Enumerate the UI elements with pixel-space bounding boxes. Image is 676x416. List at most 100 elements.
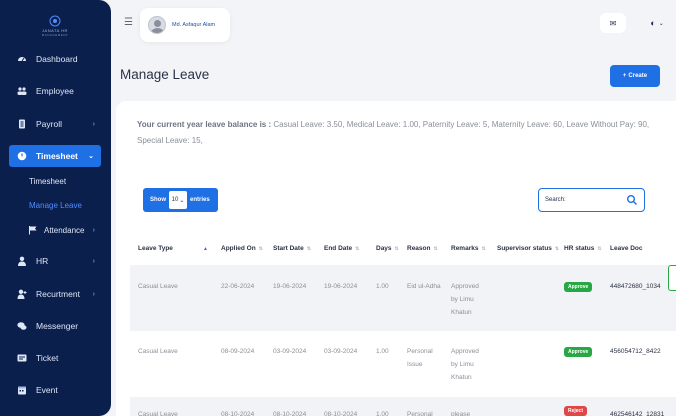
- mail-button[interactable]: ✉: [600, 13, 626, 33]
- cell-days: 1.00: [376, 411, 389, 416]
- sidebar-item-recurtment[interactable]: Recurtment ›: [0, 283, 111, 305]
- sidebar-item-label: HR: [36, 256, 49, 266]
- status-badge: Reject: [564, 406, 588, 416]
- sidebar-item-hr[interactable]: HR ›: [0, 250, 111, 272]
- sort-icon: ⇅: [554, 246, 560, 252]
- cell-applied-on: 08-09-2024: [221, 348, 255, 355]
- sidebar-item-employee[interactable]: Employee: [0, 80, 111, 102]
- sort-asc-icon: ▲: [202, 246, 208, 252]
- sidebar-item-dashboard[interactable]: Dashboard: [0, 48, 111, 70]
- column-label: Start Date: [273, 245, 304, 252]
- document-icon: [17, 119, 27, 129]
- column-label: HR status: [564, 245, 595, 252]
- entries-select[interactable]: 10 ⌄: [169, 191, 187, 209]
- create-button[interactable]: + Create: [610, 65, 660, 87]
- column-label: Leave Type: [138, 245, 173, 252]
- globe-icon: ◐: [650, 18, 656, 28]
- cell-leave-doc[interactable]: 462546142_12831: [610, 408, 664, 416]
- cell-start-date: 03-09-2024: [273, 348, 307, 355]
- sidebar-item-messenger[interactable]: Messenger: [0, 315, 111, 337]
- status-badge: Approve: [564, 347, 593, 357]
- leave-card: Your current year leave balance is : Cas…: [116, 101, 676, 416]
- cell-leave-doc[interactable]: 456054712_8422: [610, 345, 661, 358]
- cell-applied-on: 08-10-2024: [221, 411, 255, 416]
- language-button[interactable]: ◐ ⌄: [644, 13, 670, 33]
- calendar-icon: [17, 385, 27, 395]
- sidebar-item-label: Event: [36, 385, 58, 395]
- page-title: Manage Leave: [120, 67, 210, 82]
- table-row: Casual Leave 22-06-2024 19-06-2024 19-06…: [130, 265, 676, 331]
- cell-days: 1.00: [376, 348, 389, 355]
- chevron-right-icon: ›: [92, 257, 95, 265]
- cell-leave-type: Casual Leave: [138, 283, 178, 290]
- brand-subtitle: MANAGEMENT: [41, 33, 69, 37]
- sidebar-item-event[interactable]: Event: [0, 379, 111, 401]
- sidebar: JANATA HR MANAGEMENT Dashboard Employee …: [0, 0, 111, 416]
- column-label: End Date: [324, 245, 353, 252]
- cell-leave-type: Casual Leave: [138, 411, 178, 416]
- cell-remarks: Approved by Limu Khatun: [451, 283, 479, 316]
- brand-logo[interactable]: JANATA HR MANAGEMENT: [30, 14, 80, 38]
- sidebar-subitem-attendance[interactable]: Attendance ›: [0, 219, 111, 241]
- plus-icon: +: [622, 73, 627, 79]
- cell-reason: Personal Issue: [407, 348, 433, 368]
- chat-icon: [17, 321, 27, 331]
- sidebar-item-label: Recurtment: [36, 289, 80, 299]
- sidebar-item-label: Timesheet: [36, 151, 78, 161]
- column-label: Supervisor status: [497, 245, 552, 252]
- entries-length-control: Show 10 ⌄ entries: [143, 188, 218, 212]
- sort-icon: ⇅: [481, 246, 486, 252]
- cell-end-date: 03-09-2024: [324, 348, 358, 355]
- sidebar-item-label: Dashboard: [36, 54, 78, 64]
- sidebar-item-label: Ticket: [36, 353, 59, 363]
- cell-leave-doc[interactable]: 448472680_1034: [610, 280, 661, 293]
- sort-icon: ⇅: [306, 246, 311, 252]
- menu-toggle-icon[interactable]: ☰: [124, 17, 133, 28]
- column-header-days[interactable]: Days ⇅: [376, 245, 399, 252]
- table-row: Casual Leave 08-10-2024 08-10-2024 08-10…: [130, 397, 676, 416]
- cell-end-date: 08-10-2024: [324, 411, 358, 416]
- cell-days: 1.00: [376, 283, 389, 290]
- search-input[interactable]: Search:: [538, 188, 645, 212]
- chevron-right-icon: ›: [92, 226, 95, 234]
- sidebar-item-label: Payroll: [36, 119, 62, 129]
- sort-icon: ⇅: [355, 246, 360, 252]
- user-tie-icon: [17, 256, 27, 266]
- sidebar-item-ticket[interactable]: Ticket: [0, 347, 111, 369]
- sidebar-item-timesheet[interactable]: Timesheet ⌄: [9, 145, 101, 167]
- sidebar-item-label: Employee: [36, 86, 74, 96]
- sidebar-item-payroll[interactable]: Payroll ›: [0, 113, 111, 135]
- column-header-hr-status[interactable]: HR status ⇅: [564, 245, 602, 252]
- cell-applied-on: 22-06-2024: [221, 283, 255, 290]
- column-header-start-date[interactable]: Start Date ⇅: [273, 245, 311, 252]
- status-badge: Approve: [564, 282, 593, 292]
- search-icon[interactable]: [626, 194, 638, 206]
- envelope-icon: ✉: [609, 18, 617, 28]
- column-label: Applied On: [221, 245, 256, 252]
- column-header-leave-type[interactable]: Leave Type ▲: [138, 245, 208, 252]
- dashboard-icon: [17, 54, 27, 64]
- user-profile-chip[interactable]: Md. Asfaqur Alam: [140, 8, 230, 42]
- sidebar-subitem-timesheet[interactable]: Timesheet: [29, 177, 66, 186]
- users-icon: [17, 86, 27, 96]
- column-header-reason[interactable]: Reason ⇅: [407, 245, 438, 252]
- cell-leave-type: Casual Leave: [138, 348, 178, 355]
- clock-icon: [17, 151, 27, 161]
- sidebar-subitem-manage-leave[interactable]: Manage Leave: [29, 201, 82, 210]
- column-label: Reason: [407, 245, 431, 252]
- column-header-applied-on[interactable]: Applied On ⇅: [221, 245, 263, 252]
- leave-balance-label: Your current year leave balance is :: [137, 120, 272, 129]
- cell-start-date: 19-06-2024: [273, 283, 307, 290]
- logo-mark-icon: [49, 14, 61, 27]
- cell-remarks: please: [451, 411, 471, 416]
- table-row: Casual Leave 08-09-2024 03-09-2024 03-09…: [130, 331, 676, 397]
- create-button-label: Create: [628, 73, 648, 79]
- cell-end-date: 19-06-2024: [324, 283, 358, 290]
- column-header-end-date[interactable]: End Date ⇅: [324, 245, 359, 252]
- column-header-leave-doc[interactable]: Leave Doc: [610, 245, 643, 252]
- column-header-remarks[interactable]: Remarks ⇅: [451, 245, 486, 252]
- side-widget-tab[interactable]: [668, 265, 676, 291]
- entries-label: entries: [190, 197, 210, 203]
- user-plus-icon: [17, 289, 27, 299]
- column-header-supervisor-status[interactable]: Supervisor status ⇅: [497, 245, 559, 252]
